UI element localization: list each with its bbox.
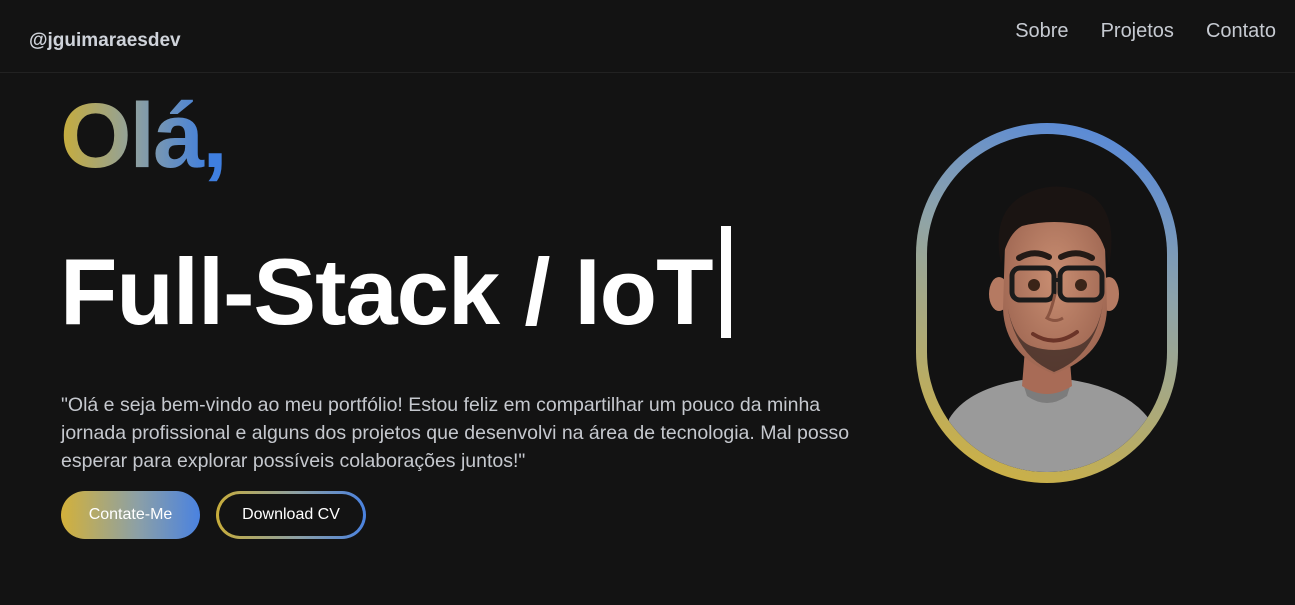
- main-nav: Sobre Projetos Contato: [1015, 20, 1276, 43]
- hero-greeting: Olá,: [60, 85, 228, 187]
- nav-item-sobre[interactable]: Sobre: [1015, 20, 1068, 43]
- typing-cursor: [720, 226, 731, 338]
- avatar: [927, 134, 1167, 472]
- hero-intro-text: "Olá e seja bem-vindo ao meu portfólio! …: [61, 393, 850, 472]
- avatar-icon: [947, 186, 1151, 472]
- nav-item-contato[interactable]: Contato: [1206, 20, 1276, 43]
- page: @jguimaraesdev Sobre Projetos Contato Ol…: [0, 0, 1295, 605]
- contact-button[interactable]: Contate-Me: [61, 491, 200, 539]
- hero-role: Full-Stack / IoT: [60, 226, 731, 343]
- download-cv-button-border: Download CV: [216, 491, 366, 539]
- nav-item-projetos[interactable]: Projetos: [1101, 20, 1174, 43]
- download-cv-button[interactable]: Download CV: [219, 494, 363, 536]
- avatar-frame: [916, 123, 1178, 483]
- brand-link[interactable]: @jguimaraesdev: [29, 30, 181, 52]
- site-header: @jguimaraesdev Sobre Projetos Contato: [0, 0, 1295, 73]
- hero-role-text: Full-Stack / IoT: [60, 239, 714, 344]
